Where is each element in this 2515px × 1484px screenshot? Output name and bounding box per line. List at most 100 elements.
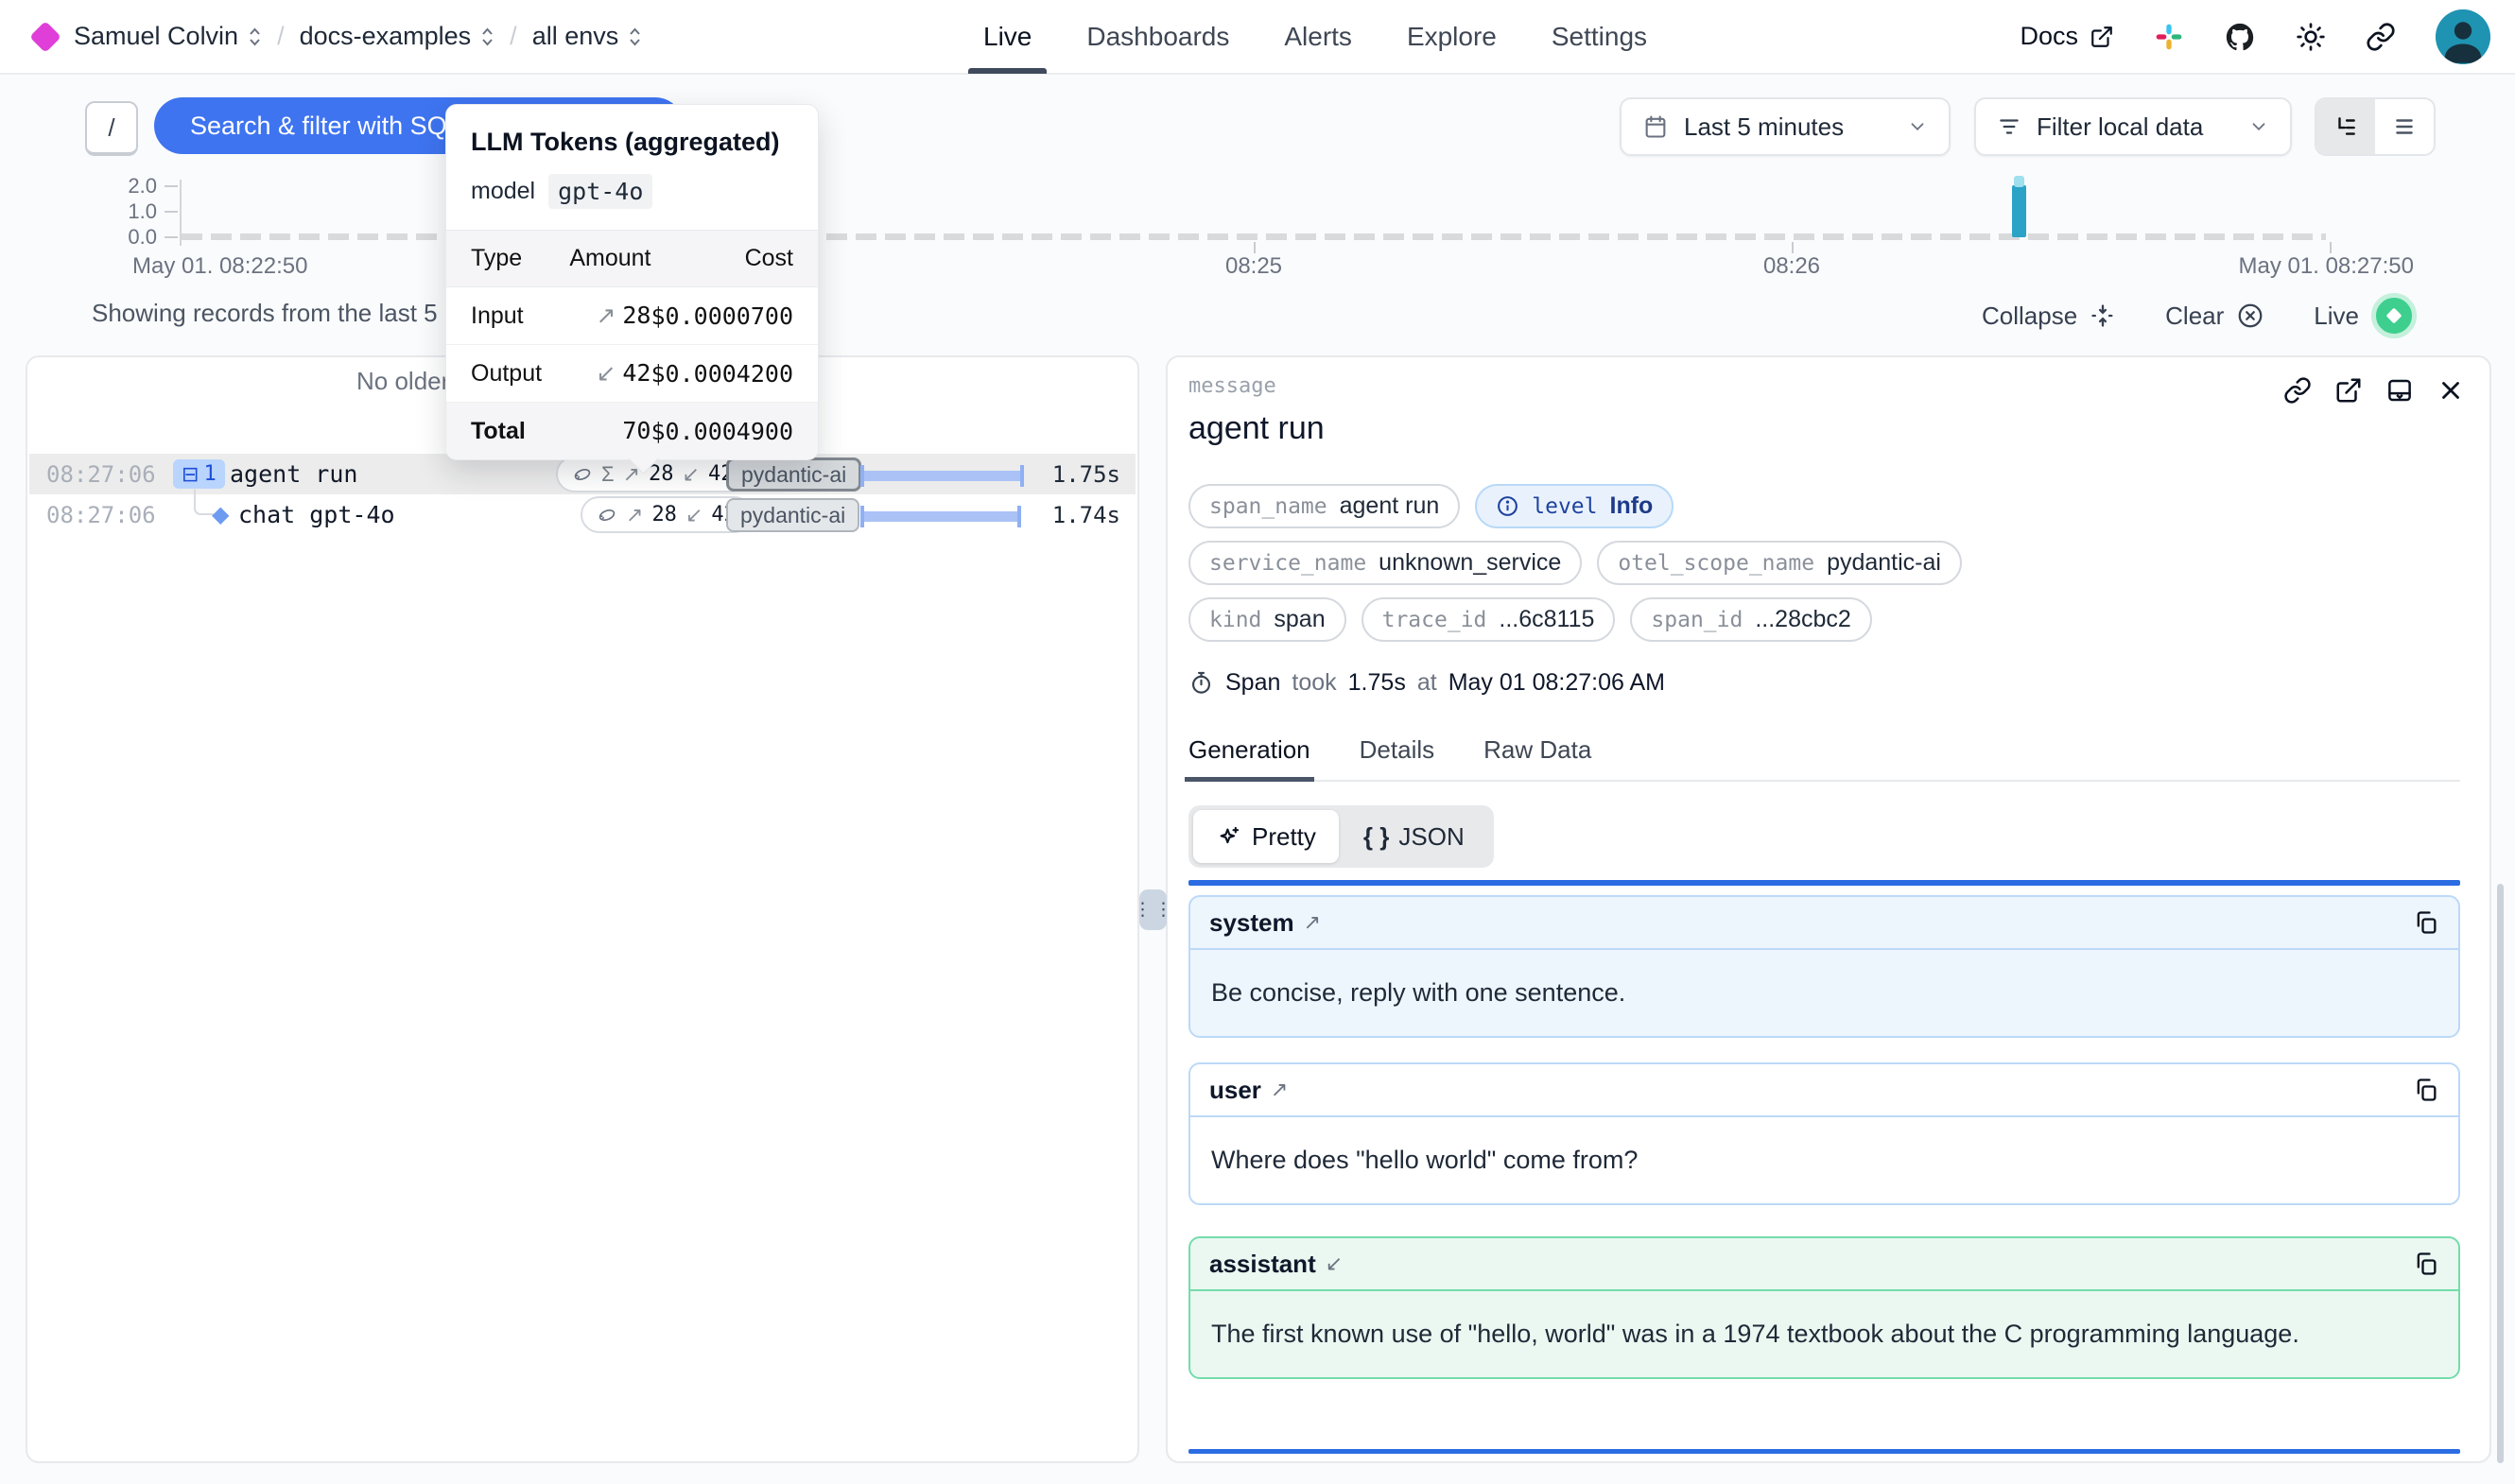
nav-tab-live[interactable]: Live (983, 0, 1032, 73)
user-avatar[interactable] (2436, 9, 2490, 64)
breadcrumb-separator: / (277, 22, 285, 51)
col-type: Type (446, 231, 563, 287)
search-sql-label: Search & filter with SQ (190, 112, 447, 141)
list-view-button[interactable] (2375, 99, 2434, 154)
tree-connector-line (194, 488, 214, 515)
nav-tab-settings[interactable]: Settings (1552, 0, 1647, 73)
detail-panel-actions (2283, 376, 2465, 405)
sigma-icon: Σ (601, 462, 615, 487)
message-body: The first known use of "hello, world" wa… (1190, 1291, 2458, 1377)
info-circle-icon (1496, 494, 1519, 518)
input-tokens: 28 (651, 503, 677, 526)
duration-text: 1.75s (1052, 461, 1120, 488)
copy-icon[interactable] (2413, 1077, 2439, 1103)
vertical-scrollbar[interactable] (2497, 884, 2504, 1463)
clear-button[interactable]: Clear (2165, 302, 2264, 331)
no-older-text: No older (356, 367, 449, 396)
message-header: system ↗ (1190, 897, 2458, 950)
docs-link[interactable]: Docs (2020, 22, 2114, 51)
slash-shortcut-key[interactable]: / (85, 101, 138, 156)
live-label: Live (2314, 302, 2359, 331)
github-icon[interactable] (2224, 21, 2256, 53)
message-body: Be concise, reply with one sentence. (1190, 950, 2458, 1036)
tokens-row-output: Output ↙ 42 $0.0004200 (446, 345, 818, 403)
scope-tag[interactable]: pydantic-ai (726, 498, 859, 532)
json-toggle-button[interactable]: { } JSON (1339, 810, 1489, 863)
x-axis-tick (1254, 242, 1256, 253)
col-cost: Cost (650, 231, 818, 287)
app-root: Samuel Colvin / docs-examples / all envs… (0, 0, 2515, 1484)
sparkle-icon (1216, 824, 1241, 850)
theme-toggle-icon[interactable] (2296, 22, 2326, 52)
logfire-logo-icon (29, 21, 61, 53)
span-name: chat gpt-4o (238, 501, 395, 528)
model-value-chip: gpt-4o (548, 174, 652, 209)
slack-icon[interactable] (2154, 22, 2184, 52)
collapse-children-badge[interactable]: ⊟ 1 (173, 459, 225, 489)
panel-resize-handle[interactable]: ⋮⋮ (1139, 889, 1167, 930)
span-kind-label: message (1188, 374, 1276, 398)
nav-tab-alerts[interactable]: Alerts (1284, 0, 1352, 73)
collapse-label: Collapse (1982, 302, 2077, 331)
x-axis-tick (2330, 242, 2332, 253)
filter-icon (1997, 114, 2021, 139)
trace-row-chat-gpt4o[interactable]: 08:27:06 ◆ chat gpt-4o ↗ 28 ↙ 42 pydanti… (29, 494, 1136, 535)
org-selector[interactable]: Samuel Colvin (74, 22, 262, 51)
org-name: Samuel Colvin (74, 22, 238, 51)
message-role: system (1209, 908, 1294, 938)
trace-time: 08:27:06 (46, 461, 156, 488)
project-selector[interactable]: docs-examples (300, 22, 495, 51)
y-axis-tick (165, 236, 178, 238)
chevron-down-icon (1907, 116, 1928, 137)
chevron-updown-icon (628, 25, 642, 49)
badge-level[interactable]: level Info (1475, 484, 1674, 528)
share-link-icon[interactable] (2366, 22, 2396, 52)
badge-otel-scope-name[interactable]: otel_scope_name pydantic-ai (1597, 541, 1962, 585)
tree-view-button[interactable] (2316, 99, 2375, 154)
message-card-system: system ↗ Be concise, reply with one sent… (1188, 895, 2460, 1038)
message-role: user (1209, 1076, 1261, 1105)
filter-local-data-dropdown[interactable]: Filter local data (1974, 97, 2292, 156)
y-axis-tick-label: 0.0 (95, 225, 157, 250)
copy-icon[interactable] (2413, 909, 2439, 936)
scroll-edge-rule-bottom (1188, 1449, 2460, 1454)
badge-service-name[interactable]: service_name unknown_service (1188, 541, 1582, 585)
collapse-button[interactable]: Collapse (1982, 302, 2116, 331)
stopwatch-icon (1188, 670, 1214, 696)
braces-icon: { } (1363, 822, 1389, 852)
live-toggle[interactable]: Live (2314, 293, 2417, 338)
dock-panel-icon[interactable] (2385, 376, 2414, 405)
nav-tab-dashboards[interactable]: Dashboards (1086, 0, 1229, 73)
badge-kind[interactable]: kind span (1188, 597, 1346, 642)
x-axis-label-start: May 01. 08:22:50 (132, 253, 307, 280)
message-role: assistant (1209, 1250, 1316, 1279)
docs-label: Docs (2020, 22, 2078, 51)
pretty-toggle-button[interactable]: Pretty (1193, 810, 1339, 863)
scroll-edge-rule-top (1188, 880, 2460, 886)
badge-span-id[interactable]: span_id ...28cbc2 (1630, 597, 1871, 642)
x-axis-label: 08:26 (1744, 253, 1839, 280)
close-icon[interactable] (2437, 376, 2465, 405)
copy-icon[interactable] (2413, 1251, 2439, 1277)
scope-tag[interactable]: pydantic-ai (726, 457, 861, 492)
main-nav: Live Dashboards Alerts Explore Settings (983, 0, 1647, 73)
badge-trace-id[interactable]: trace_id ...6c8115 (1362, 597, 1616, 642)
tokens-row-input: Input ↗ 28 $0.0000700 (446, 287, 818, 345)
y-axis-tick (165, 211, 178, 213)
x-axis-tick (1792, 242, 1794, 253)
tab-generation[interactable]: Generation (1188, 735, 1310, 765)
y-axis-tick-label: 1.0 (95, 199, 157, 224)
clear-circle-x-icon (2236, 302, 2264, 330)
env-selector[interactable]: all envs (532, 22, 643, 51)
open-in-new-icon[interactable] (2334, 376, 2363, 405)
external-link-icon (2090, 25, 2114, 49)
tab-raw-data[interactable]: Raw Data (1483, 735, 1591, 765)
copy-link-icon[interactable] (2283, 376, 2312, 405)
badge-span-name[interactable]: span_name agent run (1188, 484, 1460, 528)
collapse-node-icon: ⊟ (182, 462, 199, 487)
output-arrow-icon: ↙ (685, 503, 702, 527)
nav-tab-explore[interactable]: Explore (1407, 0, 1497, 73)
chart-record-bar[interactable] (2012, 185, 2026, 237)
tab-details[interactable]: Details (1360, 735, 1434, 765)
time-range-dropdown[interactable]: Last 5 minutes (1620, 97, 1951, 156)
